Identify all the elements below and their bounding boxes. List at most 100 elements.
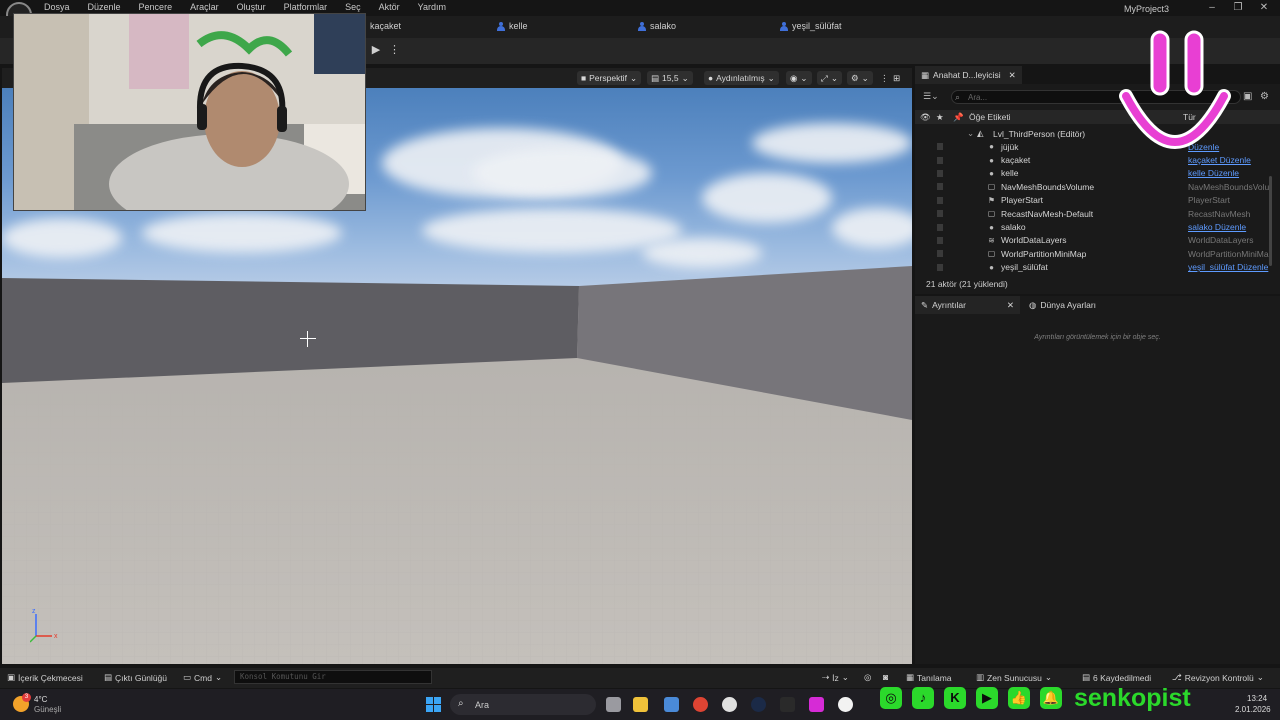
viewport-settings-button[interactable]: ⚙ ⌄ xyxy=(847,71,873,85)
layout-button[interactable]: ⊞ xyxy=(889,71,904,85)
menu-build[interactable]: Oluştur xyxy=(228,2,275,12)
clock-time: 13:24 xyxy=(1247,694,1268,703)
menu-file[interactable]: Dosya xyxy=(44,2,79,12)
outliner-row[interactable]: ● kelle kelle Düzenle xyxy=(915,167,1280,180)
edit-blueprint-link[interactable]: salako Düzenle xyxy=(1188,222,1274,232)
edit-blueprint-link[interactable]: yeşil_sülüfat Düzenle xyxy=(1188,262,1274,272)
outliner-row[interactable]: ● yeşil_sülüfat yeşil_sülüfat Düzenle xyxy=(915,261,1280,274)
epic-games-icon[interactable] xyxy=(780,697,795,712)
taskbar-search-label: Ara xyxy=(475,700,490,710)
app-icon[interactable] xyxy=(722,697,737,712)
instagram-icon: ◎ xyxy=(880,687,902,709)
player-name: kaçaket xyxy=(370,21,402,31)
maximize-icon[interactable]: ❐ xyxy=(1230,2,1246,14)
task-view-icon[interactable] xyxy=(606,697,621,712)
taskbar-search[interactable]: ⌕ Ara xyxy=(450,694,596,715)
tab-details[interactable]: ✎ Ayrıntılar ✕ xyxy=(915,296,1020,314)
outliner-row[interactable]: ▢ NavMeshBoundsVolume NavMeshBoundsVolu xyxy=(915,180,1280,193)
output-log-button[interactable]: ▤ Çıktı Günlüğü xyxy=(104,672,167,683)
outliner-row[interactable]: ▢ RecastNavMesh-Default RecastNavMesh xyxy=(915,207,1280,220)
store-icon[interactable] xyxy=(664,697,679,712)
tiktok-icon: ♪ xyxy=(912,687,934,709)
edit-blueprint-link[interactable]: kelle Düzenle xyxy=(1188,168,1274,178)
app-icon[interactable] xyxy=(809,697,824,712)
pawn-icon xyxy=(780,21,788,31)
menu-select[interactable]: Seç xyxy=(336,2,370,12)
fov-value: 15,5 xyxy=(662,73,679,83)
player-tab[interactable]: salako xyxy=(638,21,676,31)
console-input[interactable]: Konsol Komutunu Gir xyxy=(234,670,432,684)
smiley-overlay xyxy=(1119,30,1231,149)
menu-tools[interactable]: Araçlar xyxy=(181,2,228,12)
chevron-down-icon: ⌄ xyxy=(800,73,808,83)
weather-desc: Güneşli xyxy=(34,705,62,714)
outliner-row[interactable]: ▢ WorldPartitionMiniMap WorldPartitionMini… xyxy=(915,247,1280,260)
outliner-row[interactable]: ● salako salako Düzenle xyxy=(915,220,1280,233)
cmd-button[interactable]: ▭ Cmd ⌄ xyxy=(183,672,222,683)
menu-window[interactable]: Pencere xyxy=(130,2,182,12)
outliner-row[interactable]: ≋ WorldDataLayers WorldDataLayers xyxy=(915,234,1280,247)
windows-start-icon[interactable] xyxy=(426,697,441,712)
visibility-toggle-icon[interactable] xyxy=(937,169,943,177)
show-flags-button[interactable]: ◉ ⌄ xyxy=(786,71,812,85)
clock-date: 2.01.2026 xyxy=(1235,705,1271,714)
outliner-row-label: salako xyxy=(1001,222,1026,233)
thumbs-up-icon: 👍 xyxy=(1008,687,1030,709)
perspective-label: Perspektif xyxy=(589,73,627,83)
visibility-toggle-icon[interactable] xyxy=(937,236,943,244)
actor-count: 21 aktör (21 yüklendi) xyxy=(926,279,1008,289)
menu-actor[interactable]: Aktör xyxy=(370,2,409,12)
transform-tools-button[interactable]: ⤢ ⌄ xyxy=(817,71,842,85)
level-label: Lvl_ThirdPerson (Editör) xyxy=(993,128,1086,139)
player-tab[interactable]: kaçaket xyxy=(370,21,401,31)
player-tab[interactable]: kelle xyxy=(497,21,528,31)
content-drawer-button[interactable]: ▣ İçerik Çekmecesi xyxy=(7,672,83,683)
unreal-engine-icon[interactable] xyxy=(838,697,853,712)
visibility-toggle-icon[interactable] xyxy=(937,143,943,151)
expand-icon[interactable]: ⌄ xyxy=(967,128,974,139)
camera-button[interactable]: ◙ xyxy=(883,672,888,682)
visibility-toggle-icon[interactable] xyxy=(937,250,943,258)
player-tab[interactable]: yeşil_sülüfat xyxy=(780,21,842,31)
perspective-button[interactable]: ■ Perspektif ⌄ xyxy=(577,71,642,85)
add-folder-icon[interactable]: ▣ xyxy=(1243,91,1252,102)
visibility-toggle-icon[interactable] xyxy=(937,156,943,164)
star-icon[interactable]: ★ xyxy=(936,112,944,123)
steam-icon[interactable] xyxy=(751,697,766,712)
play-icon[interactable]: ▶ xyxy=(368,43,384,57)
close-window-icon[interactable]: ✕ xyxy=(1256,2,1272,14)
close-icon[interactable]: ✕ xyxy=(1007,300,1014,311)
gear-icon[interactable]: ⚙ xyxy=(1260,91,1269,102)
visibility-toggle-icon[interactable] xyxy=(937,223,943,231)
pin-icon[interactable]: 📌 xyxy=(953,112,964,123)
fov-button[interactable]: ▤ 15,5 ⌄ xyxy=(647,71,693,85)
visibility-toggle-icon[interactable] xyxy=(937,196,943,204)
visibility-toggle-icon[interactable] xyxy=(937,263,943,271)
visibility-icon[interactable]: 👁 xyxy=(920,112,931,123)
close-icon[interactable]: ✕ xyxy=(1009,70,1016,81)
chrome-icon[interactable] xyxy=(693,697,708,712)
axis-gizmo: z x xyxy=(30,608,58,643)
trace-button[interactable]: ⇢ İz ⌄ xyxy=(822,672,849,683)
filter-icon[interactable]: ☰⌄ xyxy=(923,91,939,102)
col-item-label[interactable]: Öğe Etiketi xyxy=(969,112,1011,122)
lighting-button[interactable]: ● Aydınlatılmış ⌄ xyxy=(704,71,779,85)
record-button[interactable]: ◎ xyxy=(864,672,871,683)
more-options-icon[interactable]: ⋮ xyxy=(389,43,400,57)
minimize-icon[interactable]: – xyxy=(1204,2,1220,14)
menu-platforms[interactable]: Platformlar xyxy=(275,2,337,12)
webcam-feed xyxy=(14,14,365,210)
tab-world-settings[interactable]: ◍ Dünya Ayarları xyxy=(1023,296,1103,314)
menu-edit[interactable]: Düzenle xyxy=(79,2,130,12)
player-name: kelle xyxy=(509,21,528,31)
tab-outliner[interactable]: ▦ Anahat D...leyicisi ✕ xyxy=(915,66,1022,84)
visibility-toggle-icon[interactable] xyxy=(937,210,943,218)
visibility-toggle-icon[interactable] xyxy=(937,183,943,191)
details-empty-message: Ayrıntıları görüntülemek için bir obje s… xyxy=(1034,334,1161,341)
scrollbar[interactable] xyxy=(1269,176,1272,266)
file-explorer-icon[interactable] xyxy=(633,697,648,712)
pawn-icon: ● xyxy=(989,222,994,232)
chevron-down-icon: ⌄ xyxy=(767,73,775,83)
menu-help[interactable]: Yardım xyxy=(409,2,455,12)
outliner-row[interactable]: ⚑ PlayerStart PlayerStart xyxy=(915,194,1280,207)
